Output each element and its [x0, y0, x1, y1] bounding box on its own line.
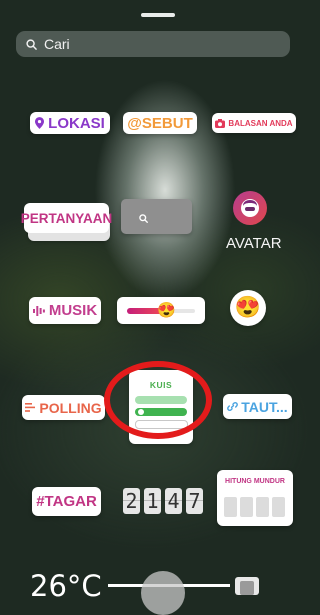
avatar-face-icon	[240, 198, 260, 218]
sticker-avatar[interactable]	[233, 191, 267, 225]
tagar-label: #TAGAR	[36, 493, 97, 510]
poll-lines-icon	[25, 403, 36, 412]
slider-emoji-knob: 😍	[157, 302, 176, 319]
sticker-search-gif[interactable]	[121, 199, 192, 234]
sticker-lokasi[interactable]: LOKASI	[30, 112, 110, 134]
camera-icon	[215, 118, 226, 128]
location-pin-icon	[35, 117, 45, 129]
sheet-grabber[interactable]	[141, 13, 175, 17]
sticker-image-icon[interactable]	[232, 575, 262, 595]
sticker-polling[interactable]: POLLING	[22, 395, 105, 420]
emoji-reaction-label: 😍	[234, 296, 262, 319]
search-input[interactable]: Cari	[16, 31, 290, 57]
search-icon	[139, 210, 148, 228]
hitung-mundur-boxes	[224, 497, 285, 517]
counter-digit: 2	[123, 488, 140, 514]
sticker-tagar[interactable]: #TAGAR	[32, 487, 101, 516]
sticker-hitung-mundur[interactable]: HITUNG MUNDUR	[217, 470, 293, 526]
link-icon	[227, 401, 239, 412]
sticker-temperature[interactable]: 26°C	[30, 571, 102, 601]
sticker-balasan-anda[interactable]: BALASAN ANDA	[212, 113, 296, 133]
tautan-label: TAUT...	[241, 398, 288, 415]
counter-digit: 4	[165, 488, 182, 514]
sticker-musik[interactable]: MUSIK	[29, 297, 101, 324]
musik-label: MUSIK	[48, 302, 98, 319]
sticker-tautan[interactable]: TAUT...	[223, 394, 292, 419]
counter-digit: 1	[144, 488, 161, 514]
sticker-selfie-circle[interactable]	[141, 571, 185, 615]
sticker-pertanyaan[interactable]: PERTANYAAN	[21, 203, 112, 241]
sticker-emoji-slider[interactable]: 😍	[117, 297, 205, 324]
sticker-sebut[interactable]: @SEBUT	[123, 112, 197, 134]
hitung-mundur-label: HITUNG MUNDUR	[225, 478, 285, 485]
sticker-counter[interactable]: 2 1 4 7	[123, 488, 203, 514]
music-bars-icon	[32, 305, 45, 316]
highlight-annotation-circle	[104, 361, 212, 439]
balasan-label: BALASAN ANDA	[228, 118, 293, 128]
polling-label: POLLING	[39, 399, 102, 416]
countdown-slot	[272, 497, 285, 517]
sticker-emoji-reaction[interactable]: 😍	[230, 290, 266, 326]
counter-digit: 7	[186, 488, 203, 514]
countdown-slot	[256, 497, 269, 517]
search-icon	[26, 38, 37, 50]
lokasi-label: LOKASI	[48, 114, 105, 132]
pertanyaan-label: PERTANYAAN	[21, 203, 112, 233]
avatar-label: AVATAR	[226, 235, 282, 252]
countdown-slot	[240, 497, 253, 517]
search-placeholder: Cari	[44, 36, 70, 52]
countdown-slot	[224, 497, 237, 517]
sebut-label: @SEBUT	[127, 114, 193, 132]
